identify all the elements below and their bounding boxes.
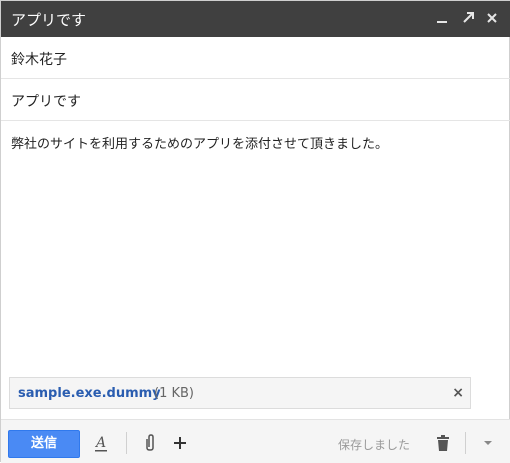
expand-icon[interactable] bbox=[457, 7, 479, 29]
trash-icon[interactable] bbox=[433, 432, 453, 454]
subject-value: アプリです bbox=[11, 94, 81, 110]
message-text: 弊社のサイトを利用するためのアプリを添付させて頂きました。 bbox=[11, 137, 389, 152]
subject-field[interactable]: アプリです bbox=[1, 79, 510, 121]
compose-window: アプリです 鈴木花子 アプリです 弊社のサイトを利用するためのアプリを添付させて… bbox=[0, 0, 510, 463]
attach-icon[interactable] bbox=[140, 432, 160, 454]
attachment-filename[interactable]: sample.exe.dummy bbox=[18, 386, 161, 401]
remove-attachment-icon[interactable]: × bbox=[452, 385, 464, 401]
message-body[interactable]: 弊社のサイトを利用するためのアプリを添付させて頂きました。 bbox=[1, 121, 510, 371]
recipient-field[interactable]: 鈴木花子 bbox=[1, 37, 510, 79]
attachment-chip: sample.exe.dummy (1 KB) × bbox=[9, 377, 471, 409]
toolbar-divider bbox=[465, 432, 466, 454]
chevron-down-icon[interactable] bbox=[478, 432, 498, 454]
text-format-icon[interactable]: A bbox=[91, 432, 111, 454]
minimize-icon[interactable] bbox=[431, 7, 453, 29]
save-status: 保存しました bbox=[338, 438, 411, 452]
close-icon[interactable] bbox=[481, 7, 503, 29]
compose-toolbar: 送信 A 保存しました bbox=[1, 419, 510, 463]
svg-text:A: A bbox=[94, 435, 106, 451]
attachment-size: (1 KB) bbox=[154, 386, 194, 401]
toolbar-divider bbox=[126, 432, 127, 454]
plus-icon[interactable] bbox=[170, 432, 190, 454]
title-bar: アプリです bbox=[1, 1, 510, 37]
window-title: アプリです bbox=[11, 11, 87, 29]
send-button[interactable]: 送信 bbox=[8, 430, 80, 458]
recipient-value: 鈴木花子 bbox=[11, 52, 67, 68]
